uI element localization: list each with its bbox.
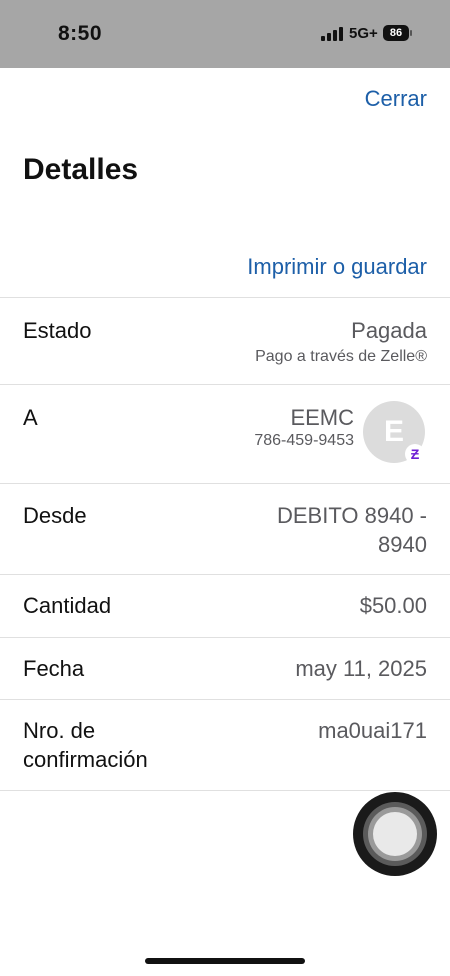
divider	[0, 483, 450, 484]
divider	[0, 297, 450, 298]
signal-icon	[321, 27, 343, 41]
confirmacion-value: ma0uai171	[318, 718, 427, 743]
cantidad-label: Cantidad	[23, 593, 112, 618]
divider	[0, 574, 450, 575]
page-title: Detalles	[23, 153, 139, 186]
zelle-icon: Ƶ	[405, 444, 425, 464]
status-time: 8:50	[58, 22, 103, 45]
fecha-value: may 11, 2025	[295, 656, 427, 681]
home-indicator[interactable]	[145, 958, 305, 964]
estado-label: Estado	[23, 318, 92, 343]
battery-tip	[410, 30, 412, 36]
divider	[0, 790, 450, 791]
assistive-touch-ring	[373, 812, 417, 856]
estado-value: Pagada	[351, 318, 427, 343]
close-button[interactable]: Cerrar	[365, 86, 427, 112]
cantidad-value: $50.00	[359, 593, 427, 618]
status-bar: 8:50 5G+ 86	[0, 0, 450, 68]
divider	[0, 384, 450, 385]
recipient-label: A	[23, 405, 38, 430]
desde-value-line1: DEBITO 8940 -	[277, 503, 427, 528]
estado-subvalue: Pago a través de Zelle®	[255, 348, 427, 365]
recipient-phone: 786-459-9453	[254, 432, 354, 449]
divider	[0, 699, 450, 700]
network-label: 5G+	[349, 25, 378, 42]
battery-icon: 86	[383, 25, 409, 41]
fecha-label: Fecha	[23, 656, 85, 681]
print-or-save-button[interactable]: Imprimir o guardar	[247, 254, 427, 280]
assistive-touch-button[interactable]	[353, 792, 437, 876]
confirmacion-label-line2: confirmación	[23, 747, 148, 772]
confirmacion-label-line1: Nro. de	[23, 718, 96, 743]
divider	[0, 637, 450, 638]
desde-value-line2: 8940	[378, 532, 427, 557]
desde-label: Desde	[23, 503, 87, 528]
recipient-name: EEMC	[290, 405, 354, 430]
